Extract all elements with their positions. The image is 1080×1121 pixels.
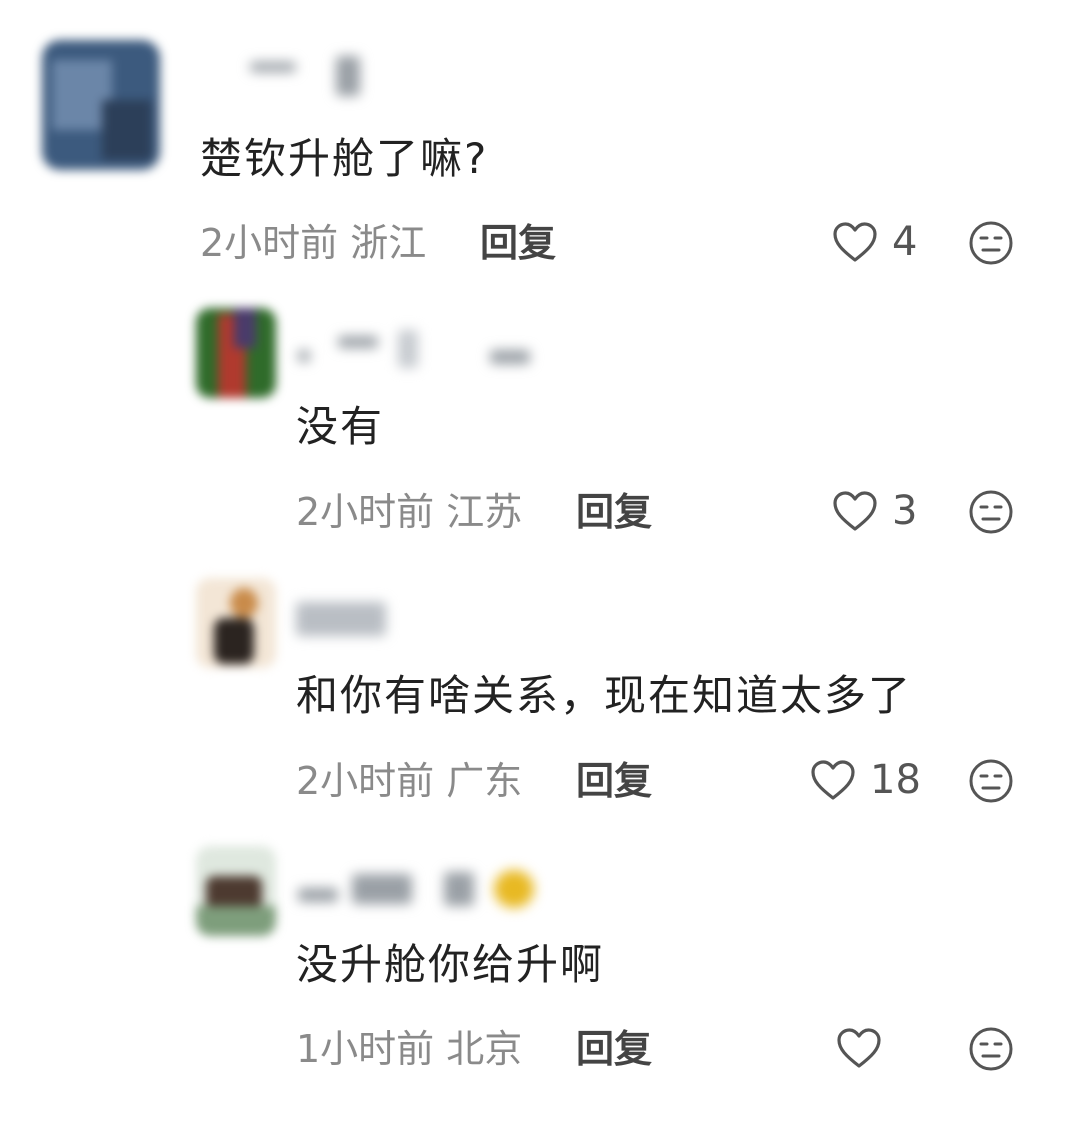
avatar[interactable] [196, 308, 276, 398]
comment-location: 北京 [446, 1027, 523, 1071]
neutral-face-icon[interactable] [968, 1026, 1014, 1072]
reply-button[interactable]: 回复 [576, 1030, 652, 1068]
neutral-face-icon[interactable] [968, 220, 1014, 266]
like-count: 3 [892, 488, 918, 534]
comment-time: 2小时前 [296, 490, 435, 534]
avatar[interactable] [196, 846, 276, 936]
reply-button[interactable]: 回复 [480, 224, 556, 262]
like-count: 4 [892, 219, 918, 265]
comment-location: 浙江 [350, 221, 427, 265]
comment-meta: 1小时前 北京 [296, 1030, 522, 1068]
comment-time: 2小时前 [296, 759, 435, 803]
neutral-face-icon[interactable] [968, 489, 1014, 535]
reply-button[interactable]: 回复 [576, 762, 652, 800]
comment-meta: 2小时前 广东 [296, 762, 522, 800]
comment-text: 和你有啥关系，现在知道太多了 [296, 671, 913, 720]
reply-button[interactable]: 回复 [576, 493, 652, 531]
heart-icon [836, 1027, 882, 1069]
like-button[interactable] [836, 1023, 896, 1073]
comment-time: 1小时前 [296, 1027, 435, 1071]
username-blurred[interactable] [294, 596, 394, 636]
like-button[interactable]: 18 [810, 755, 921, 805]
comment-meta: 2小时前 浙江 [200, 224, 426, 262]
like-button[interactable]: 3 [832, 486, 917, 536]
comment-text: 没有 [296, 402, 385, 451]
comment-text: 楚钦升舱了嘛? [200, 134, 489, 183]
heart-icon [832, 490, 878, 532]
avatar[interactable] [196, 578, 276, 668]
heart-icon [832, 221, 878, 263]
like-count: 18 [870, 757, 921, 803]
comment-text: 没升舱你给升啊 [296, 940, 605, 989]
avatar[interactable] [42, 40, 160, 170]
comment-location: 广东 [446, 759, 523, 803]
comment-location: 江苏 [446, 490, 523, 534]
like-button[interactable]: 4 [832, 217, 917, 267]
neutral-face-icon[interactable] [968, 758, 1014, 804]
comment-item: 楚钦升舱了嘛? 2小时前 浙江 回复 4 [0, 0, 1080, 290]
comment-time: 2小时前 [200, 221, 339, 265]
username-blurred[interactable] [294, 328, 544, 368]
comment-meta: 2小时前 江苏 [296, 493, 522, 531]
username-blurred[interactable] [240, 52, 380, 96]
heart-icon [810, 759, 856, 801]
username-blurred[interactable] [294, 866, 544, 908]
